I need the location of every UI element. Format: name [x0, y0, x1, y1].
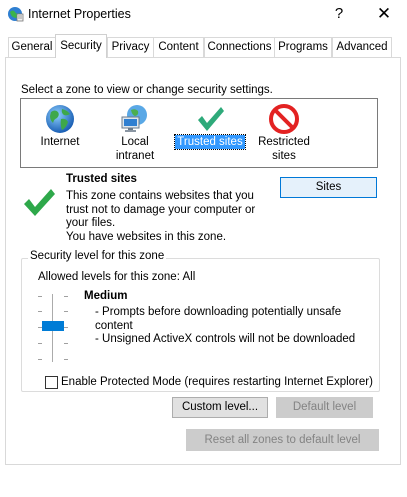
custom-level-button[interactable]: Custom level... — [172, 397, 268, 418]
level-desc-line: content — [95, 319, 133, 332]
tab-content[interactable]: Content — [153, 37, 204, 57]
selected-zone-title: Trusted sites — [66, 173, 137, 185]
checkmark-icon — [198, 107, 224, 131]
zone-internet[interactable]: Internet — [35, 103, 85, 149]
security-level-description: - Prompts before downloading potentially… — [95, 306, 355, 347]
tab-connections[interactable]: Connections — [204, 37, 275, 57]
globe-icon — [46, 105, 74, 133]
desc-line: You have websites in this zone. — [66, 230, 227, 243]
desc-line: your files. — [66, 217, 116, 229]
zone-label-line1: Restricted — [258, 136, 310, 148]
tab-advanced[interactable]: Advanced — [332, 37, 392, 57]
security-level-caption: Security level for this zone — [28, 250, 167, 262]
default-level-button[interactable]: Default level — [276, 397, 373, 418]
desc-line: trust not to damage your computer or — [66, 203, 256, 216]
reset-all-zones-button[interactable]: Reset all zones to default level — [186, 429, 379, 451]
allowed-levels-label: Allowed levels for this zone: All — [38, 271, 196, 283]
protected-mode-checkbox[interactable] — [45, 376, 58, 389]
network-computer-icon — [121, 105, 147, 132]
zone-label: Trusted sites — [174, 134, 246, 150]
internet-options-icon — [8, 7, 24, 22]
zone-trusted-sites[interactable]: Trusted sites — [174, 103, 246, 150]
close-button[interactable]: ✕ — [370, 2, 398, 26]
zone-prompt: Select a zone to view or change security… — [21, 84, 273, 96]
zone-label: Local intranet — [115, 136, 155, 162]
security-level-name: Medium — [84, 290, 128, 302]
level-desc-line: - Prompts before downloading potentially… — [95, 306, 342, 318]
trusted-check-icon — [24, 189, 55, 216]
level-desc-line: - Unsigned ActiveX controls will not be … — [95, 333, 356, 345]
help-button[interactable]: ? — [328, 2, 350, 26]
tab-programs[interactable]: Programs — [274, 37, 332, 57]
slider-thumb[interactable] — [42, 321, 64, 331]
selected-zone-description: This zone contains websites that you tru… — [66, 190, 266, 244]
protected-mode-label[interactable]: Enable Protected Mode (requires restarti… — [61, 376, 373, 388]
zone-restricted-sites[interactable]: Restricted sites — [252, 103, 316, 163]
window-title: Internet Properties — [28, 7, 131, 21]
zone-label: Internet — [40, 136, 80, 148]
tab-security[interactable]: Security — [55, 34, 107, 58]
zone-label-line2: sites — [272, 150, 296, 162]
tab-privacy[interactable]: Privacy — [107, 37, 154, 57]
zone-list: Internet Local intranet Trusted sites Re… — [20, 98, 378, 168]
zone-local-intranet[interactable]: Local intranet — [99, 103, 171, 163]
restricted-icon — [269, 104, 299, 134]
tab-general[interactable]: General — [8, 37, 56, 57]
sites-button[interactable]: Sites — [280, 177, 377, 198]
desc-line: This zone contains websites that you — [66, 190, 254, 202]
